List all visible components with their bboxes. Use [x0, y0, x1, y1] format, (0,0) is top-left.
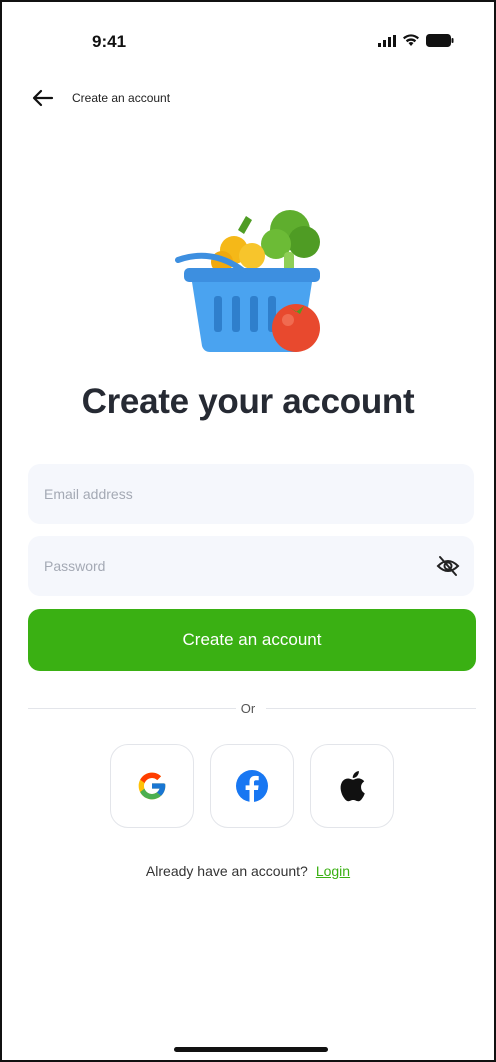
apple-icon [340, 771, 365, 802]
status-time: 9:41 [92, 32, 127, 51]
google-login-button[interactable] [110, 744, 194, 828]
login-prompt: Already have an account? Login [2, 863, 494, 879]
create-account-button[interactable]: Create an account [28, 609, 476, 671]
phone-screen: 9:41 Create an account Create your accou… [0, 0, 496, 1062]
grocery-basket-icon [175, 210, 320, 352]
divider-right [266, 708, 476, 709]
google-icon [138, 772, 166, 800]
email-field[interactable] [28, 464, 474, 524]
login-prompt-text: Already have an account? [145, 863, 308, 879]
password-field[interactable] [28, 536, 474, 596]
page-title: Create your account [81, 382, 415, 421]
password-field-container [28, 536, 474, 596]
home-indicator[interactable] [174, 1047, 328, 1052]
eye-off-icon[interactable] [436, 555, 460, 577]
header-title: Create an account [72, 91, 171, 105]
signal-icon [378, 34, 396, 47]
arrow-left-icon[interactable] [32, 88, 54, 108]
apple-login-button[interactable] [310, 744, 394, 828]
facebook-login-button[interactable] [210, 744, 294, 828]
email-field-container [28, 464, 474, 524]
battery-icon [426, 34, 454, 47]
wifi-icon [403, 34, 419, 46]
login-link[interactable]: Login [316, 863, 350, 879]
status-icons [378, 34, 454, 47]
facebook-icon [236, 770, 268, 802]
